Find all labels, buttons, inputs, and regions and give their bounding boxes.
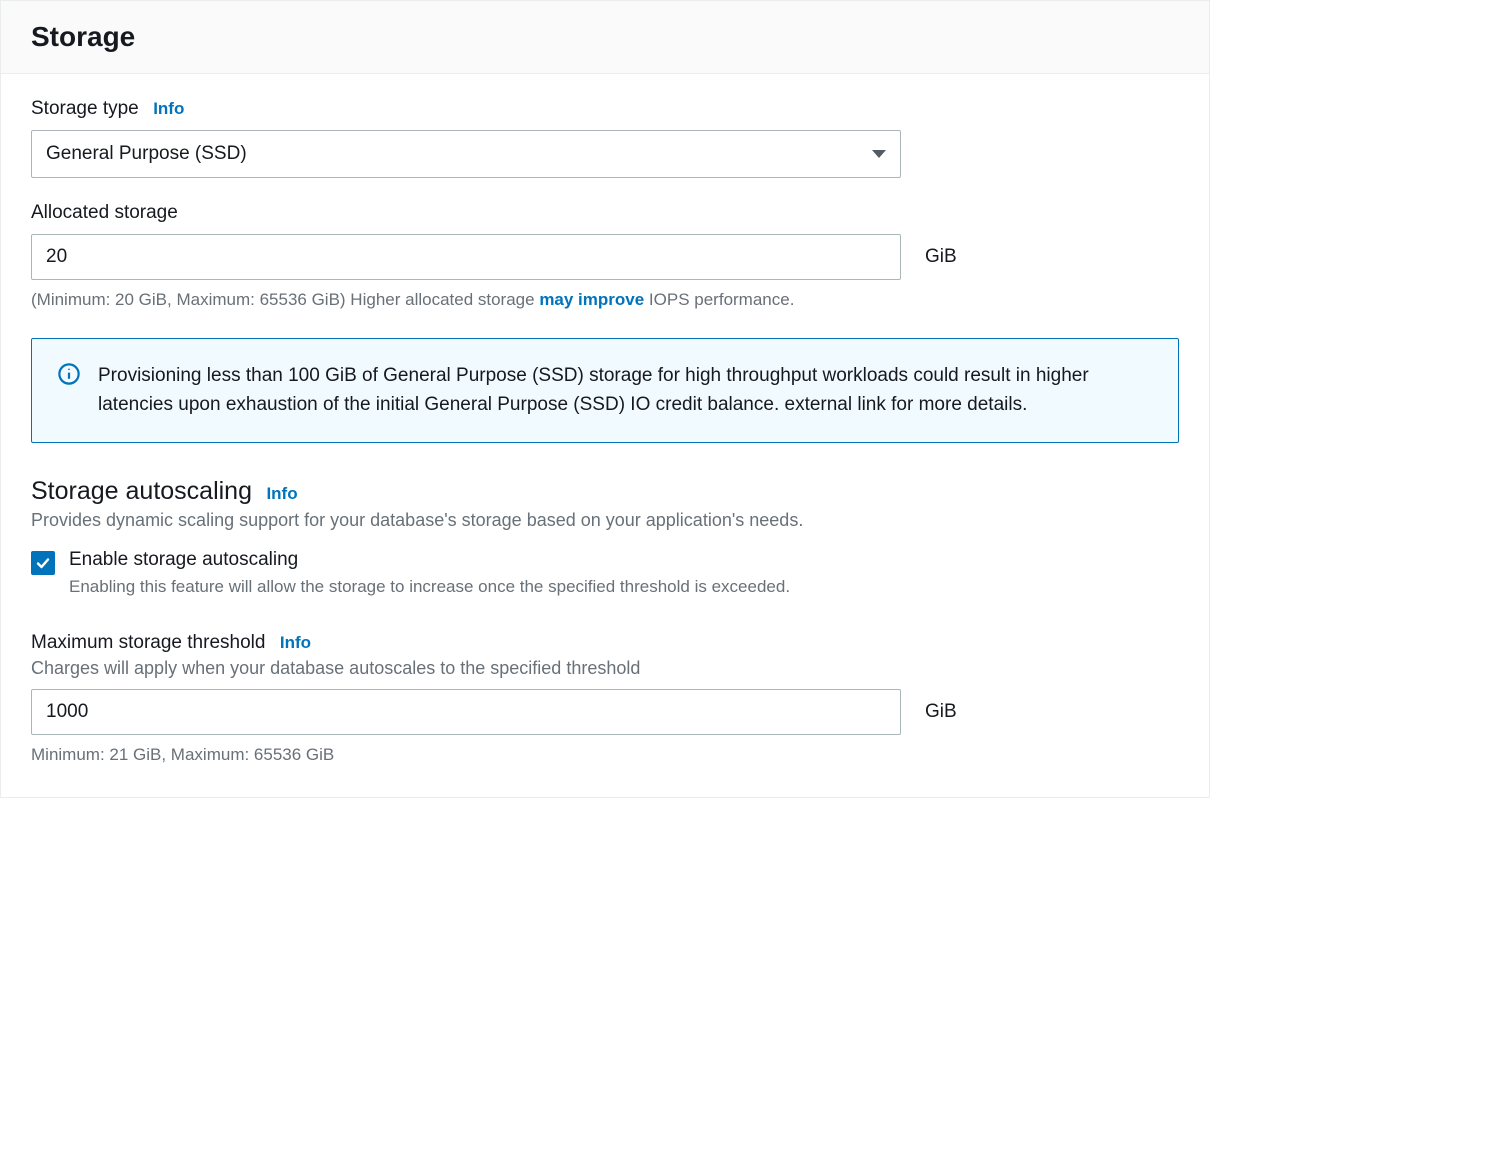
storage-info-alert: Provisioning less than 100 GiB of Genera… — [31, 338, 1179, 443]
autoscaling-description: Provides dynamic scaling support for you… — [31, 510, 1179, 531]
allocated-storage-helper-suffix: IOPS performance. — [644, 290, 794, 309]
storage-type-group: Storage type Info General Purpose (SSD) — [31, 98, 1179, 178]
autoscaling-checkbox-label: Enable storage autoscaling — [69, 549, 790, 571]
autoscaling-checkbox-text: Enable storage autoscaling Enabling this… — [69, 549, 790, 599]
allocated-storage-helper-prefix: (Minimum: 20 GiB, Maximum: 65536 GiB) Hi… — [31, 290, 539, 309]
threshold-info-link[interactable]: Info — [280, 633, 311, 652]
panel-title: Storage — [31, 21, 1179, 53]
threshold-unit: GiB — [925, 701, 957, 723]
info-icon-wrap — [58, 361, 80, 420]
storage-type-info-link[interactable]: Info — [153, 99, 184, 118]
storage-type-select-wrap: General Purpose (SSD) — [31, 130, 901, 178]
enable-autoscaling-checkbox[interactable] — [31, 551, 55, 575]
caret-down-icon — [872, 150, 886, 158]
threshold-group: Maximum storage threshold Info Charges w… — [31, 632, 1179, 767]
allocated-storage-group: Allocated storage GiB (Minimum: 20 GiB, … — [31, 202, 1179, 312]
threshold-row: GiB — [31, 689, 1179, 735]
threshold-label: Maximum storage threshold — [31, 632, 265, 654]
checkmark-icon — [35, 555, 51, 571]
storage-type-label: Storage type — [31, 98, 139, 120]
panel-body: Storage type Info General Purpose (SSD) … — [1, 74, 1209, 797]
allocated-storage-label: Allocated storage — [31, 202, 178, 224]
info-alert-text: Provisioning less than 100 GiB of Genera… — [98, 361, 1152, 420]
threshold-description: Charges will apply when your database au… — [31, 658, 1179, 679]
storage-panel: Storage Storage type Info General Purpos… — [0, 0, 1210, 798]
allocated-storage-helper: (Minimum: 20 GiB, Maximum: 65536 GiB) Hi… — [31, 288, 1179, 312]
autoscaling-checkbox-desc: Enabling this feature will allow the sto… — [69, 575, 790, 599]
threshold-input[interactable] — [31, 689, 901, 735]
storage-type-select[interactable]: General Purpose (SSD) — [31, 130, 901, 178]
autoscaling-info-link[interactable]: Info — [266, 484, 297, 503]
allocated-storage-input[interactable] — [31, 234, 901, 280]
autoscaling-section: Storage autoscaling Info Provides dynami… — [31, 477, 1179, 599]
info-icon — [58, 363, 80, 385]
autoscaling-checkbox-row: Enable storage autoscaling Enabling this… — [31, 549, 1179, 599]
allocated-storage-helper-link[interactable]: may improve — [539, 290, 644, 309]
allocated-storage-unit: GiB — [925, 246, 957, 268]
autoscaling-title: Storage autoscaling — [31, 477, 252, 506]
storage-type-selected-value: General Purpose (SSD) — [46, 143, 247, 165]
allocated-storage-row: GiB — [31, 234, 1179, 280]
panel-header: Storage — [1, 1, 1209, 74]
threshold-helper: Minimum: 21 GiB, Maximum: 65536 GiB — [31, 743, 1179, 767]
